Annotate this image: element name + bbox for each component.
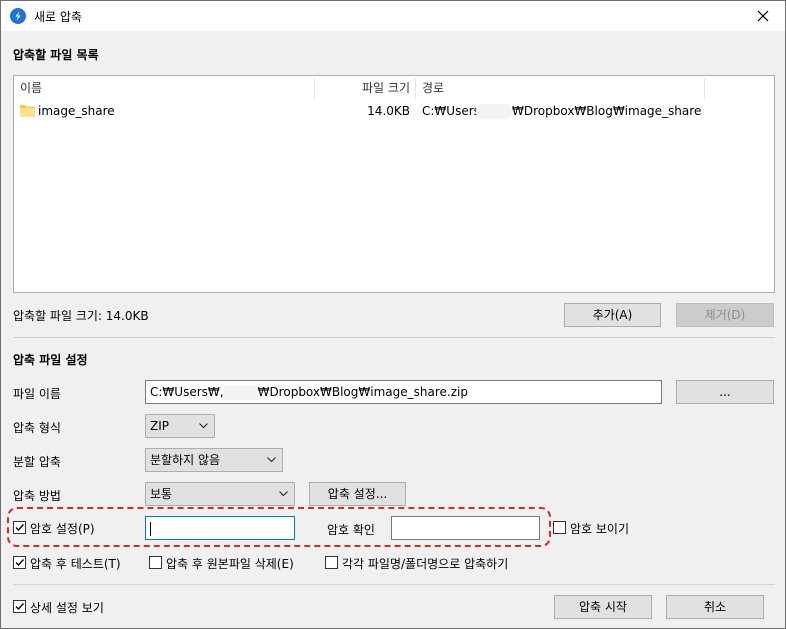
method-select[interactable]: 보통 — [145, 482, 295, 506]
close-icon — [757, 10, 769, 22]
password-checkbox[interactable]: 암호 설정(P) — [13, 520, 123, 536]
check-icon — [15, 559, 25, 567]
password-confirm-input[interactable] — [391, 516, 540, 540]
new-archive-dialog: 새로 압축 압축할 파일 목록 이름 파일 크기 경로 image_share … — [0, 0, 786, 629]
file-list[interactable]: 이름 파일 크기 경로 image_share 14.0KB C:₩Users₩… — [13, 75, 775, 293]
format-select[interactable]: ZIP — [145, 414, 215, 438]
total-size-label: 압축할 파일 크기: 14.0KB — [13, 309, 149, 323]
column-size[interactable]: 파일 크기 — [314, 76, 410, 100]
check-icon — [15, 524, 25, 532]
show-password-label: 암호 보이기 — [570, 522, 630, 536]
checkbox-box — [325, 556, 338, 569]
split-label: 분할 압축 — [13, 455, 61, 469]
filename-suffix: ₩Dropbox₩Blog₩image_share.zip — [257, 385, 468, 399]
chevron-down-icon — [279, 491, 288, 497]
checkbox-box — [553, 521, 566, 534]
password-confirm-label: 암호 확인 — [327, 523, 375, 537]
file-name: image_share — [38, 104, 115, 118]
file-path-suffix: ₩Dropbox₩Blog₩image_share — [512, 104, 702, 118]
separate-archive-label: 각각 파일명/폴더명으로 압축하기 — [342, 557, 509, 571]
settings-title: 압축 파일 설정 — [13, 353, 88, 367]
method-settings-button[interactable]: 압축 설정... — [309, 482, 406, 506]
divider — [13, 584, 775, 585]
close-button[interactable] — [741, 1, 785, 31]
window-title: 새로 압축 — [34, 10, 82, 24]
show-details-label: 상세 설정 보기 — [30, 601, 104, 615]
column-name[interactable]: 이름 — [20, 76, 42, 100]
redacted-username — [476, 104, 512, 119]
filename-input[interactable]: C:₩Users₩, ₩Dropbox₩Blog₩image_share.zip — [145, 380, 662, 404]
separate-archive-checkbox[interactable]: 각각 파일명/폴더명으로 압축하기 — [325, 555, 525, 571]
password-input[interactable] — [145, 516, 295, 540]
column-separator — [704, 78, 705, 100]
format-value: ZIP — [150, 419, 169, 433]
format-label: 압축 형식 — [13, 421, 61, 435]
folder-icon — [20, 105, 35, 117]
browse-button[interactable]: ... — [676, 380, 774, 404]
checkbox-box — [149, 556, 162, 569]
add-button[interactable]: 추가(A) — [564, 303, 661, 327]
file-row[interactable]: image_share 14.0KB C:₩Users₩ ₩Dropbox₩Bl… — [14, 100, 774, 122]
title-bar[interactable]: 새로 압축 — [1, 1, 785, 31]
filename-prefix: C:₩Users₩, — [150, 385, 224, 399]
filename-label: 파일 이름 — [13, 387, 61, 401]
zip-app-icon — [10, 8, 26, 24]
checkbox-box — [13, 556, 26, 569]
chevron-down-icon — [199, 423, 208, 429]
split-value: 분할하지 않음 — [150, 453, 221, 467]
redacted-username — [223, 385, 258, 400]
delete-original-label: 압축 후 원본파일 삭제(E) — [166, 557, 294, 571]
checkbox-box — [13, 600, 26, 613]
checkbox-box — [13, 521, 26, 534]
file-list-header: 이름 파일 크기 경로 — [14, 76, 774, 100]
column-path[interactable]: 경로 — [422, 76, 444, 100]
file-size: 14.0KB — [367, 104, 410, 118]
delete-original-checkbox[interactable]: 압축 후 원본파일 삭제(E) — [149, 555, 309, 571]
column-separator — [415, 78, 416, 100]
split-select[interactable]: 분할하지 않음 — [145, 448, 283, 472]
show-details-checkbox[interactable]: 상세 설정 보기 — [13, 599, 123, 615]
file-list-title: 압축할 파일 목록 — [13, 48, 99, 62]
text-cursor — [150, 521, 151, 536]
test-after-checkbox[interactable]: 압축 후 테스트(T) — [13, 555, 133, 571]
check-icon — [15, 603, 25, 611]
remove-button[interactable]: 제거(D) — [676, 303, 774, 327]
chevron-down-icon — [267, 457, 276, 463]
password-checkbox-label: 암호 설정(P) — [30, 522, 95, 536]
method-label: 압축 방법 — [13, 489, 61, 503]
divider — [13, 337, 775, 338]
test-after-label: 압축 후 테스트(T) — [30, 557, 121, 571]
cancel-button[interactable]: 취소 — [666, 595, 764, 619]
method-value: 보통 — [150, 487, 173, 501]
start-compress-button[interactable]: 압축 시작 — [554, 595, 652, 619]
show-password-checkbox[interactable]: 암호 보이기 — [553, 520, 643, 536]
